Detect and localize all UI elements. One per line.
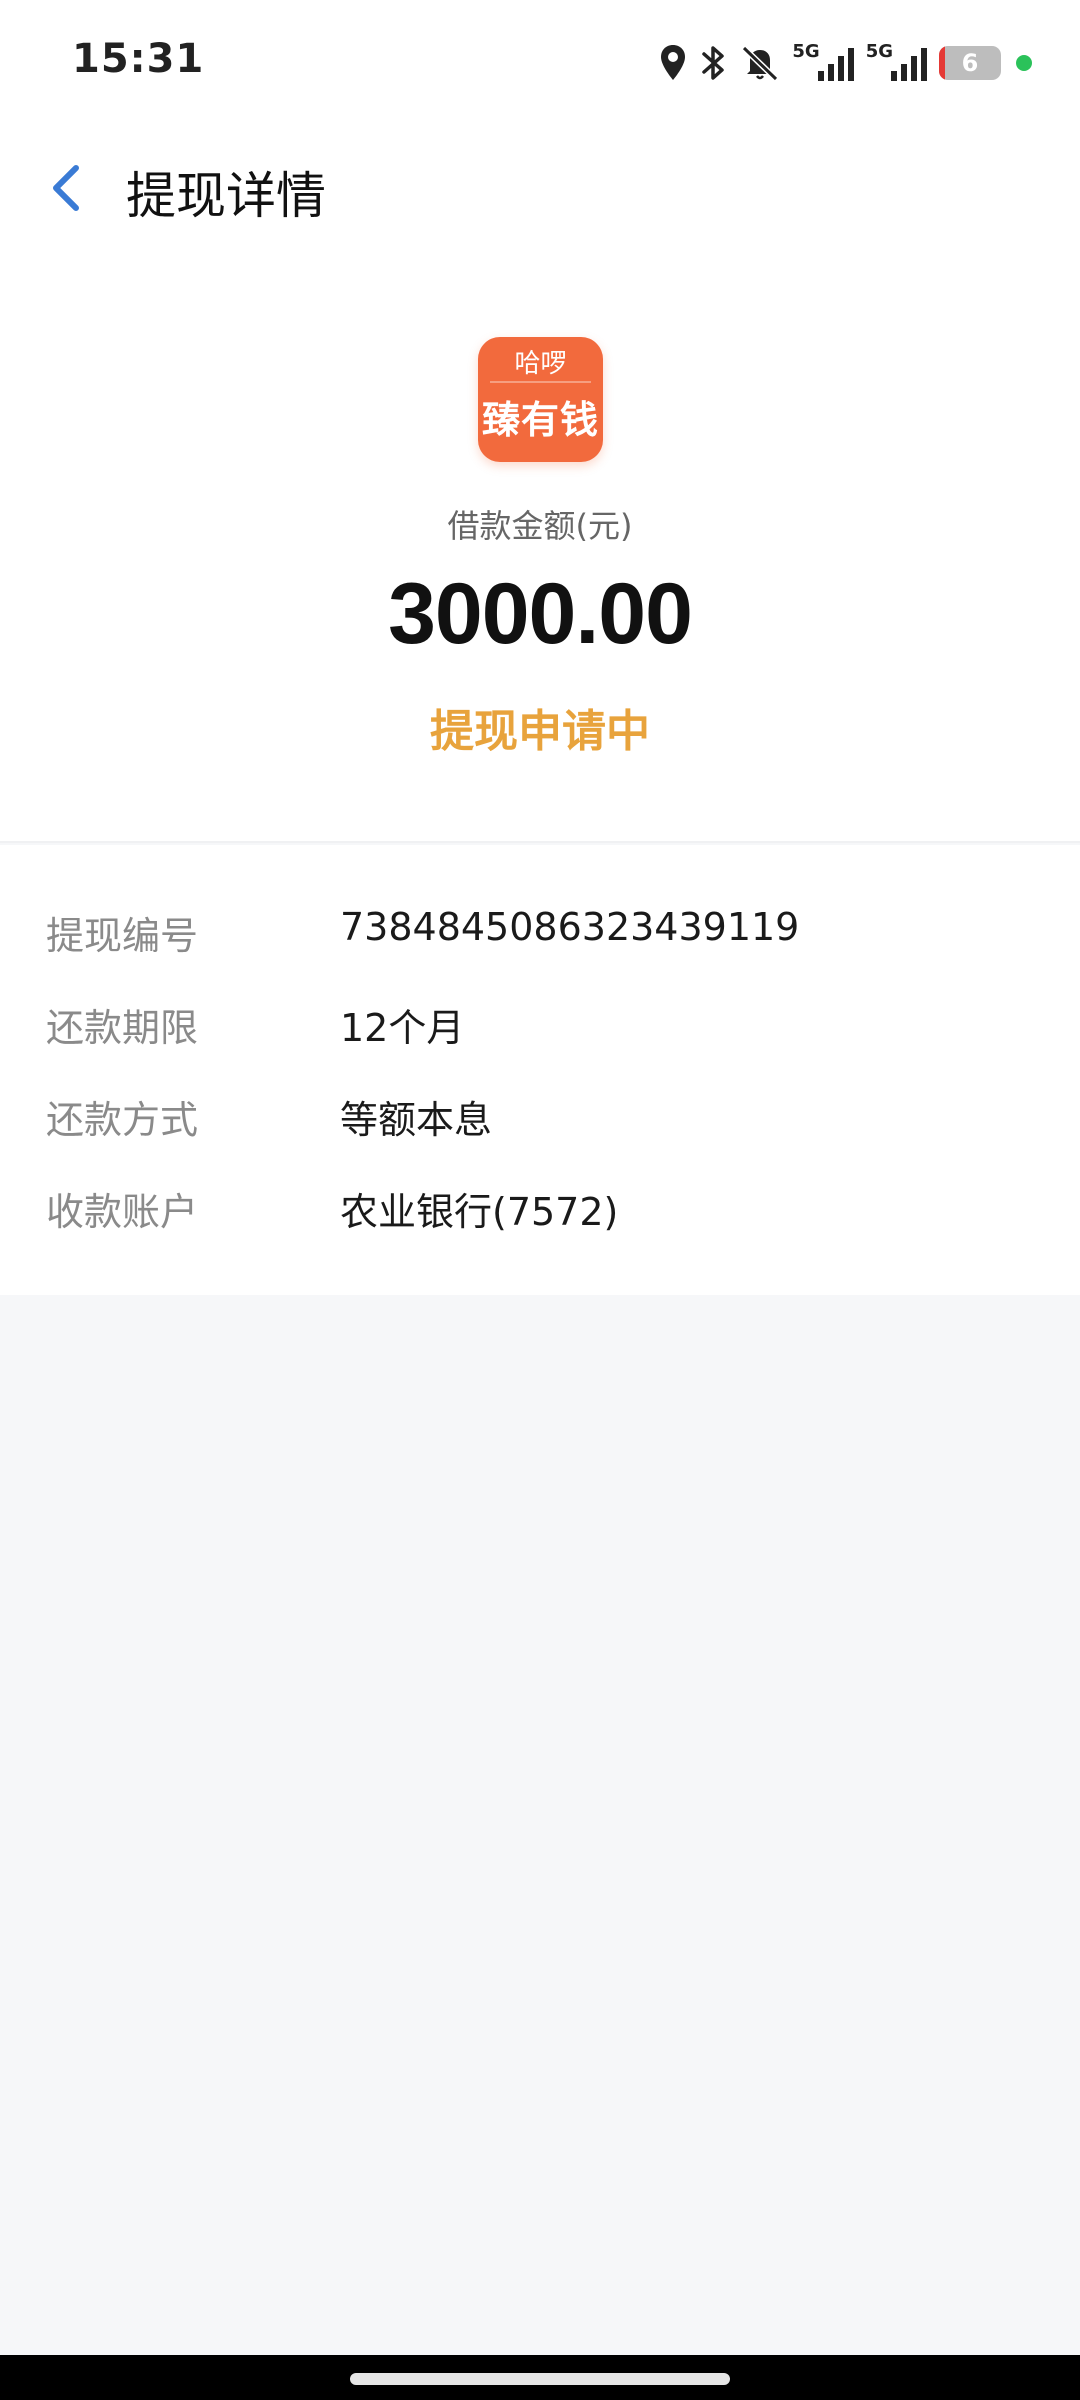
battery-level: 6 <box>961 49 979 77</box>
header-bar: 提现详情 <box>0 120 1080 255</box>
detail-value: 7384845086323439119 <box>340 905 800 949</box>
battery-icon: 6 <box>939 46 1001 80</box>
logo-product-text: 臻有钱 <box>481 398 599 442</box>
home-indicator[interactable] <box>350 2373 730 2385</box>
chevron-left-icon <box>53 165 79 211</box>
status-bar: 15:31 5G 5G 6 <box>0 0 1080 120</box>
back-button[interactable] <box>36 158 96 218</box>
logo-brand-text: 哈啰 <box>514 349 567 379</box>
network-type-1: 5G <box>792 40 820 62</box>
amount-label: 借款金额(元) <box>447 507 633 545</box>
detail-row-withdraw-id: 提现编号 7384845086323439119 <box>0 905 1080 975</box>
withdraw-details: 提现编号 7384845086323439119 还款期限 12个月 还款方式 … <box>0 845 1080 1295</box>
app-logo: 哈啰 臻有钱 <box>478 337 603 462</box>
detail-value: 农业银行(7572) <box>340 1190 619 1234</box>
detail-value: 等额本息 <box>340 1098 493 1142</box>
privacy-indicator-dot <box>1016 55 1032 71</box>
bluetooth-icon <box>698 43 728 83</box>
system-navigation-bar <box>0 2355 1080 2400</box>
location-icon <box>658 43 688 83</box>
page-title: 提现详情 <box>126 167 326 225</box>
detail-row-receiving-account: 收款账户 农业银行(7572) <box>0 1181 1080 1251</box>
detail-label: 还款期限 <box>46 1006 199 1050</box>
amount-value: 3000.00 <box>388 566 693 662</box>
detail-label: 还款方式 <box>46 1098 199 1142</box>
status-icons: 5G 5G 6 <box>658 38 1032 88</box>
signal-icon <box>817 48 854 81</box>
mute-icon <box>738 43 782 83</box>
status-time: 15:31 <box>72 36 205 82</box>
withdraw-summary: 哈啰 臻有钱 借款金额(元) 3000.00 提现申请中 <box>0 255 1080 843</box>
detail-label: 收款账户 <box>46 1190 199 1234</box>
detail-row-repayment-method: 还款方式 等额本息 <box>0 1089 1080 1159</box>
detail-row-repayment-term: 还款期限 12个月 <box>0 997 1080 1067</box>
withdraw-status: 提现申请中 <box>430 706 650 757</box>
detail-value: 12个月 <box>340 1006 465 1050</box>
signal-icon <box>891 48 927 81</box>
signal-1: 5G <box>792 40 855 83</box>
detail-label: 提现编号 <box>46 914 199 958</box>
empty-area <box>0 1295 1080 2355</box>
network-type-2: 5G <box>865 40 893 62</box>
signal-2: 5G <box>865 40 929 83</box>
